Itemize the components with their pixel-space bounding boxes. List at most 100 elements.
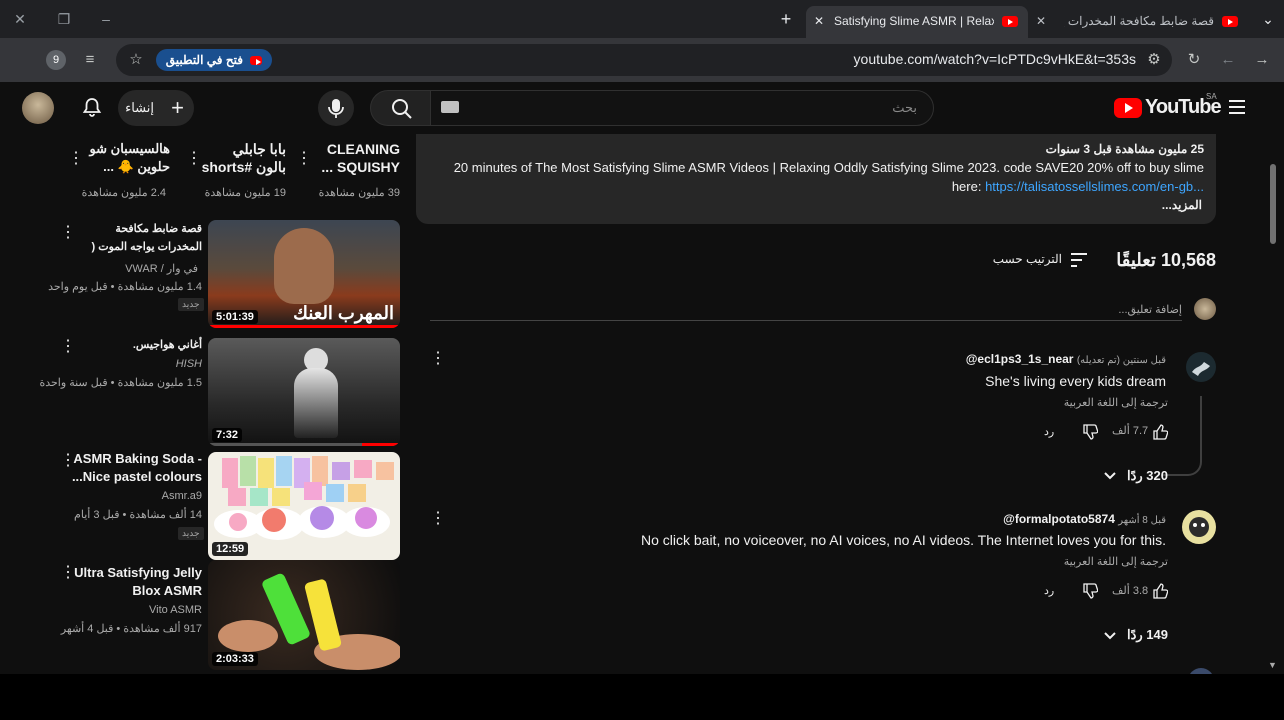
bottom-black-bar [0,674,1284,720]
comment-time[interactable]: قبل سنتين (تم تعديله) [1077,355,1166,366]
region-code: SA [1206,92,1217,101]
comment-author[interactable]: @ecl1ps3_1s_near [966,352,1074,366]
channel-name[interactable]: HISH [100,358,202,370]
comment-time[interactable]: قبل 8 أشهر [1118,515,1166,526]
description-link[interactable]: https://talisatossellslimes.com/en-gb... [985,179,1204,194]
like-icon[interactable] [1152,583,1169,599]
description-link-line: here: https://talisatossellslimes.com/en… [952,179,1204,194]
reply-button[interactable]: رد [1044,425,1054,438]
comment-text: No click bait, no voiceover, no AI voice… [640,532,1166,548]
notifications-bell-icon[interactable] [80,96,104,120]
video-thumbnail[interactable]: 7:32 [208,338,400,446]
forward-icon[interactable]: ← [1218,50,1238,70]
close-tab-icon[interactable]: ✕ [814,6,824,36]
translate-link[interactable]: ترجمة إلى اللغة العربية [1064,555,1168,568]
create-button[interactable]: + إنشاء [118,90,194,126]
thread-connector [1162,396,1202,476]
video-title[interactable]: ASMR Baking Soda - Nice pastel colours..… [70,450,202,488]
bookmark-star-icon[interactable]: ☆ [126,50,146,70]
tab-title: Satisfying Slime ASMR | Relaxin [834,14,994,28]
tab-inactive[interactable]: قصة ضابط مكافحة المخدرات يواج ✕ [1030,6,1246,38]
watched-progress [208,325,400,328]
video-title[interactable]: قصة ضابط مكافحة المخدرات يواجه الموت ( ا… [70,220,203,258]
short-views: 19 مليون مشاهدة [204,187,286,199]
minimize-window-icon[interactable]: – [96,10,116,28]
comment-more-actions-icon[interactable]: ⋮ [430,350,446,368]
more-actions-icon[interactable]: ⋮ [60,224,76,242]
account-avatar[interactable] [22,92,54,124]
more-actions-icon[interactable]: ⋮ [60,338,76,356]
close-window-icon[interactable]: ✕ [10,10,30,28]
reply-button[interactable]: رد [1044,584,1054,597]
channel-name[interactable]: Asmr.a9 [100,490,202,502]
keyboard-icon[interactable] [441,101,459,113]
create-label: إنشاء [125,100,154,115]
tab-search-chevron-icon[interactable]: ⌄ [1258,10,1278,28]
more-actions-icon[interactable]: ⋮ [60,452,76,470]
comment-more-actions-icon[interactable]: ⋮ [430,510,446,528]
commenter-avatar[interactable] [1182,510,1216,544]
short-views: 2.4 مليون مشاهدة [81,187,166,199]
more-actions-icon[interactable]: ⋮ [68,150,84,168]
dislike-icon[interactable] [1082,583,1099,599]
channel-name[interactable]: Vito ASMR [100,604,202,616]
reading-list-icon[interactable]: ≡ [80,50,100,70]
comment-author[interactable]: @formalpotato5874 [1003,512,1115,526]
video-meta: 917 ألف مشاهدة • قبل 4 أشهر [60,623,202,635]
thumbnail-figure [294,368,338,438]
tab-title: قصة ضابط مكافحة المخدرات يواج [1064,14,1214,28]
replies-count[interactable]: 320 ردًا [1124,468,1168,484]
youtube-app-icon [250,56,263,66]
voice-search-button[interactable] [318,90,354,126]
menu-hamburger-icon[interactable] [1228,98,1246,116]
commenter-avatar[interactable] [1186,352,1216,382]
close-tab-icon[interactable]: ✕ [1036,6,1046,36]
plus-icon: + [171,95,184,120]
comment-header: @formalpotato5874 قبل 8 أشهر [1003,512,1166,526]
browser-tab-bar: ✕ ❐ – + Satisfying Slime ASMR | Relaxin … [0,0,1284,38]
video-meta: 1.5 مليون مشاهدة • قبل سنة واحدة [39,377,202,389]
video-title[interactable]: Ultra Satisfying Jelly Blox ASMR [70,564,202,602]
reload-icon[interactable]: ↻ [1184,50,1204,70]
open-in-app-button[interactable]: فتح في التطبيق [156,49,272,71]
add-comment-input[interactable]: إضافة تعليق... [430,300,1182,321]
dislike-icon[interactable] [1082,424,1099,440]
profile-avatar[interactable]: 9 [46,50,66,70]
thumbnail-text: المهرب العنك [293,303,394,323]
video-thumbnail[interactable]: المهرب العنك 5:01:39 [208,220,400,328]
search-icon [392,99,412,119]
video-meta: 1.4 مليون مشاهدة • قبل يوم واحد [48,281,202,293]
youtube-favicon-icon [1222,16,1238,27]
replies-count[interactable]: 149 ردًا [1124,627,1168,643]
search-button[interactable] [370,90,432,126]
restore-window-icon[interactable]: ❐ [54,10,74,28]
channel-name[interactable]: في وار / VWAR [70,262,198,275]
scroll-down-arrow-icon[interactable]: ▼ [1268,660,1277,670]
new-tab-icon[interactable]: + [776,10,796,28]
video-title[interactable]: أغاني هواجيس. [100,336,202,354]
video-description[interactable]: 25 مليون مشاهدة قبل 3 سنوات 20 minutes o… [416,134,1216,224]
translate-link[interactable]: ترجمة إلى اللغة العربية [1064,396,1168,409]
url-text[interactable]: youtube.com/watch?v=IcPTDc9vHkE&t=353s [854,51,1136,67]
description-line: 20 minutes of The Most Satisfying Slime … [453,160,1204,175]
play-triangle-icon [1125,103,1133,113]
video-thumbnail[interactable]: 12:59 [208,452,400,560]
short-title[interactable]: CLEANING SQUISHY ... [318,140,400,178]
video-thumbnail[interactable]: 2:03:33 [208,560,400,670]
site-settings-icon[interactable]: ⚙ [1144,50,1164,70]
more-actions-icon[interactable]: ⋮ [60,564,76,582]
sort-by-button[interactable]: الترتيب حسب [993,250,1092,270]
back-icon[interactable]: → [1252,50,1272,70]
search-input[interactable]: بحث [430,90,934,126]
expand-replies-chevron-icon[interactable] [1102,628,1118,644]
short-title[interactable]: هالسيسبان شو حلوين 🐥 ... [84,140,170,178]
tab-active[interactable]: Satisfying Slime ASMR | Relaxin ✕ [806,6,1028,38]
omnibox[interactable]: ☆ فتح في التطبيق youtube.com/watch?v=IcP… [116,44,1172,76]
expand-replies-chevron-icon[interactable] [1102,468,1118,484]
short-title[interactable]: بابا جابلي بالون #shorts - ... [200,140,286,178]
show-more-link[interactable]: ...المزيد [1162,198,1202,212]
scrollbar-thumb[interactable] [1270,164,1276,244]
more-actions-icon[interactable]: ⋮ [296,150,312,168]
more-actions-icon[interactable]: ⋮ [186,150,202,168]
youtube-logo[interactable]: YouTube SA [1114,92,1222,120]
